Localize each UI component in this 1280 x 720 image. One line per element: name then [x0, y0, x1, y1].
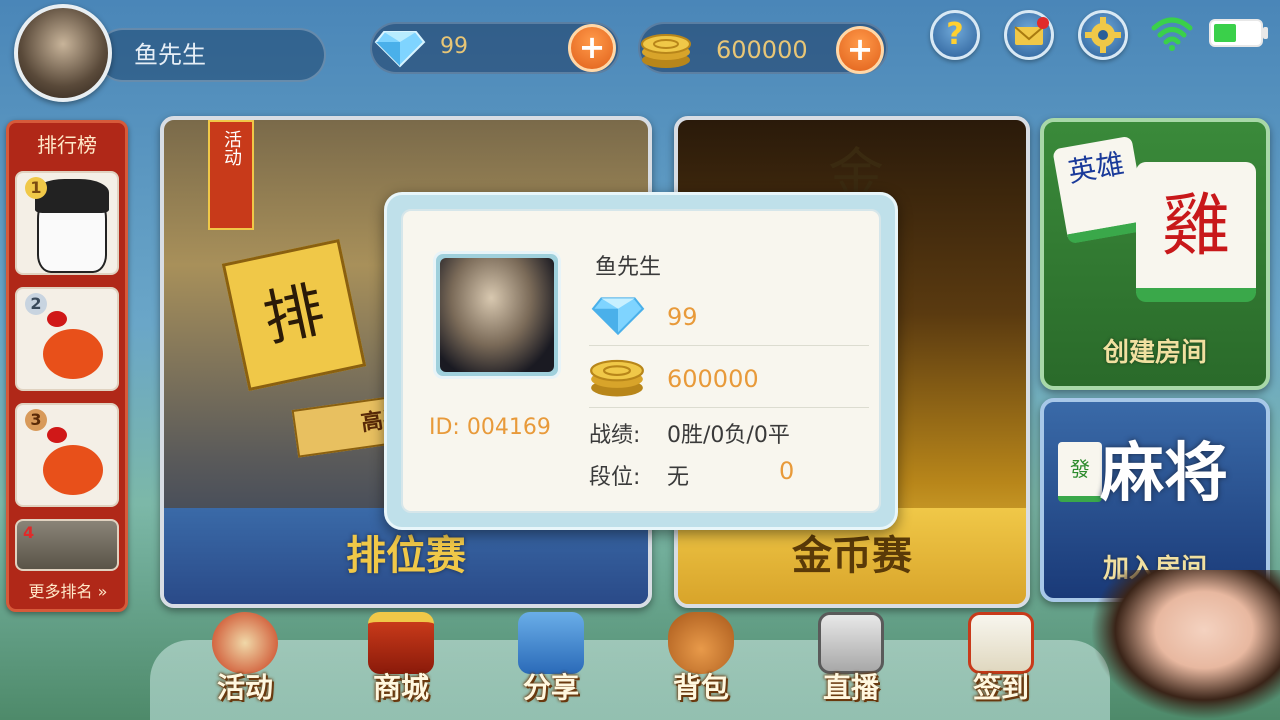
nav-live[interactable]: 直播: [796, 612, 906, 716]
divider: [589, 345, 869, 346]
mahjong-tile: 排: [221, 238, 367, 392]
ranking-panel: 排行榜 1 2 3 4 更多排名 »: [6, 120, 128, 612]
create-room-card[interactable]: 英雄 雞 创建房间: [1040, 118, 1270, 390]
settings-gear-icon[interactable]: [1078, 10, 1128, 60]
profile-name: 鱼先生: [595, 255, 662, 280]
nav-shop[interactable]: 商城: [346, 612, 456, 716]
nav-activity[interactable]: 活动: [190, 612, 300, 716]
rank-value: 无: [667, 465, 690, 490]
coin-counter: 600000 +: [638, 22, 888, 74]
nav-label: 签到: [972, 671, 1029, 704]
player-name-pill[interactable]: 鱼先生: [96, 28, 326, 82]
diamond-icon: [374, 31, 426, 68]
rank-label: 段位:: [589, 465, 641, 490]
checkin-icon: [968, 612, 1034, 674]
rank-entry[interactable]: 2: [15, 287, 119, 391]
diamond-icon: [591, 297, 645, 336]
profile-popup: ID: 004169 鱼先生 99 600000 战绩: 0胜/0负/0平 段位…: [384, 192, 898, 530]
mascot-character-image: [1090, 570, 1280, 720]
rooster-comb: [47, 311, 67, 327]
rank-number: 4: [23, 523, 35, 542]
rooster-icon: [43, 445, 103, 495]
ranking-title: 排行榜: [37, 133, 97, 157]
mail-icon[interactable]: [1004, 10, 1054, 60]
shop-icon: [368, 612, 434, 674]
activity-tag: 活动: [208, 120, 254, 230]
rank-points: 0: [779, 457, 795, 485]
nav-label: 活动: [216, 671, 273, 704]
gold-coin-icon: [590, 359, 644, 397]
profile-diamonds: 99: [667, 303, 698, 331]
mahjong-tile: 發: [1058, 442, 1102, 502]
player-id: ID: 004169: [429, 415, 551, 440]
diamond-count: 99: [440, 34, 468, 59]
player-name: 鱼先生: [134, 41, 206, 69]
more-rankings-button[interactable]: 更多排名 »: [13, 577, 123, 607]
coin-count: 600000: [716, 36, 808, 64]
diamond-counter: 99 +: [370, 22, 620, 74]
mahjong-tile: 雞: [1136, 162, 1256, 302]
drum-icon: [212, 612, 278, 674]
rank-entry[interactable]: 3: [15, 403, 119, 507]
profile-avatar: [433, 251, 561, 379]
rank-number: 3: [25, 409, 47, 431]
wifi-icon: [1151, 17, 1193, 51]
rank-entry[interactable]: 1: [15, 171, 119, 275]
nav-label: 背包: [672, 671, 729, 704]
bag-icon: [668, 612, 734, 674]
rank-number: 1: [25, 177, 47, 199]
rank-entry[interactable]: 4: [15, 519, 119, 571]
share-icon: [518, 612, 584, 674]
divider: [589, 407, 869, 408]
nav-label: 商城: [372, 671, 429, 704]
nav-label: 直播: [822, 671, 879, 704]
nav-backpack[interactable]: 背包: [646, 612, 756, 716]
record-value: 0胜/0负/0平: [667, 423, 790, 448]
nav-share[interactable]: 分享: [496, 612, 606, 716]
record-label: 战绩:: [589, 423, 641, 448]
rooster-comb: [47, 427, 67, 443]
nav-checkin[interactable]: 签到: [946, 612, 1056, 716]
gold-coin-icon: [641, 34, 691, 68]
battery-icon: [1209, 19, 1268, 47]
profile-coins: 600000: [667, 365, 759, 393]
add-diamonds-button[interactable]: +: [568, 24, 616, 72]
add-coins-button[interactable]: +: [836, 26, 884, 74]
mahjong-tile: 英雄: [1052, 135, 1148, 245]
mahjong-title: 麻将: [1100, 436, 1228, 511]
nav-label: 分享: [522, 671, 579, 704]
profile-popup-body: ID: 004169 鱼先生 99 600000 战绩: 0胜/0负/0平 段位…: [401, 209, 881, 513]
help-icon[interactable]: ?: [930, 10, 980, 60]
profile-avatar-image: [440, 258, 554, 372]
live-icon: [818, 612, 884, 674]
activity-tag-label: 活动: [221, 130, 242, 166]
rooster-icon: [43, 329, 103, 379]
create-room-label: 创建房间: [1102, 338, 1207, 368]
player-avatar[interactable]: [14, 4, 112, 102]
rank-number: 2: [25, 293, 47, 315]
